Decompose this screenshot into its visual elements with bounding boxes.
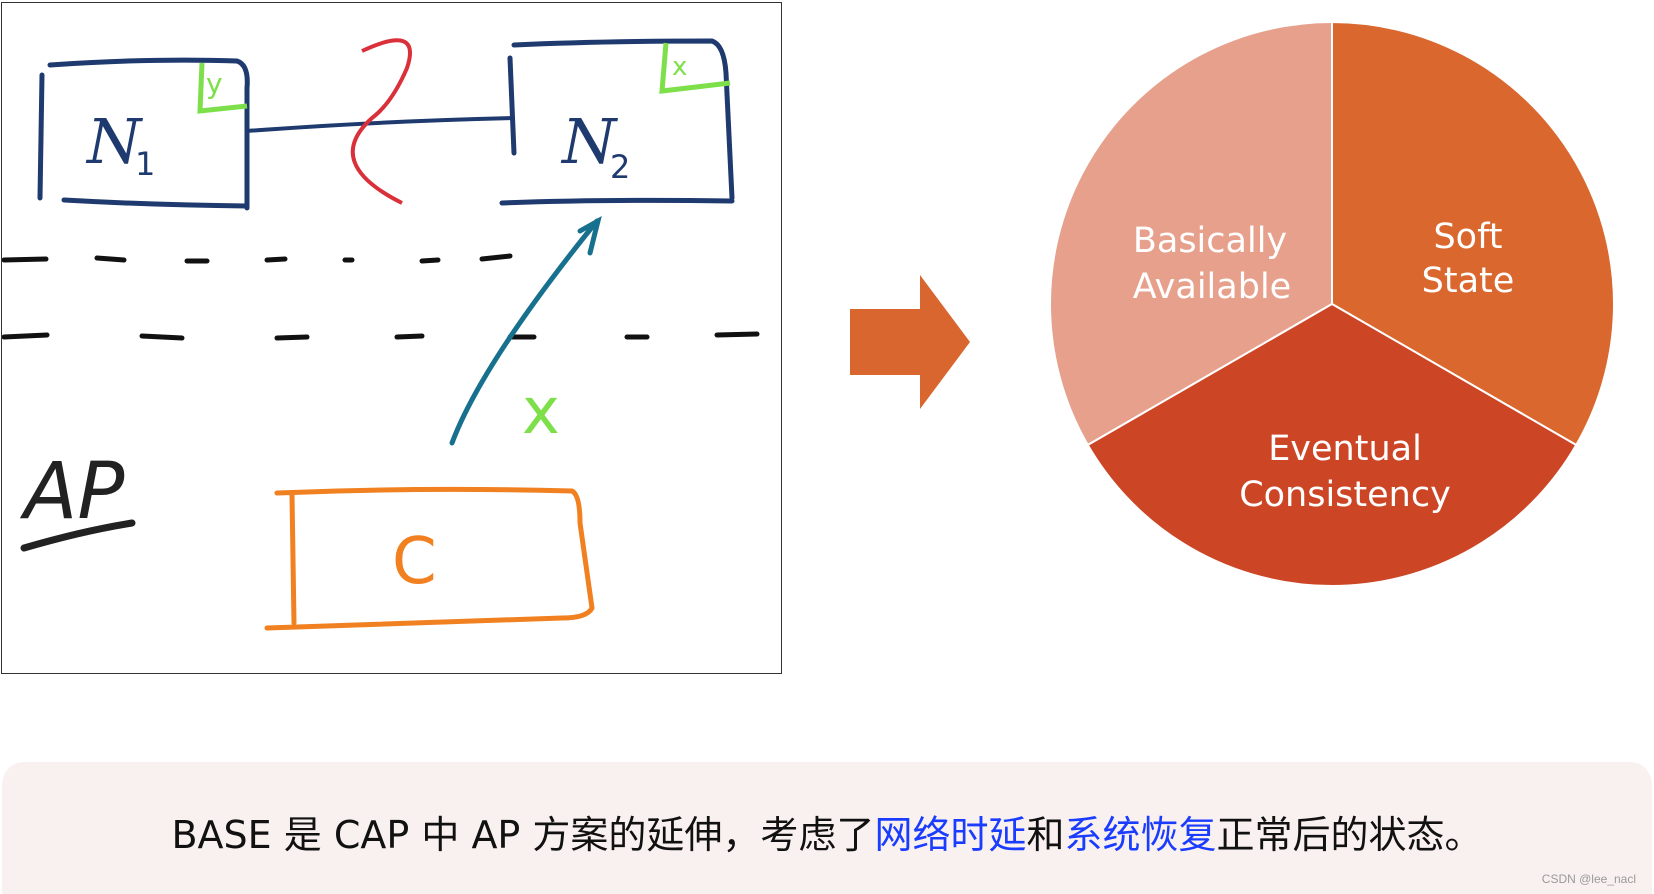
caption-highlight-network-latency: 网络时延: [874, 813, 1027, 857]
sketch-canvas: y N 1 x N 2 x AP C: [2, 38, 760, 631]
caption-text: BASE 是 CAP 中 AP 方案的延伸，考虑了网络时延和系统恢复正常后的状态…: [2, 804, 1652, 859]
segment-label-basically-available-2: Available: [1133, 267, 1291, 307]
watermark: CSDN @lee_nacl: [1541, 872, 1636, 886]
caption-part-1: BASE 是 CAP 中 AP 方案的延伸，考虑了: [171, 813, 875, 857]
base-pie: Basically Available Soft State Eventual …: [1049, 20, 1615, 587]
transition-arrow-icon: [850, 275, 970, 409]
caption-part-3: 正常后的状态。: [1216, 813, 1483, 857]
write-value-label: x: [522, 375, 560, 449]
partition-dashed-line: [2, 253, 513, 264]
segment-label-basically-available-1: Basically: [1133, 221, 1287, 261]
segment-label-soft-state-1: Soft: [1433, 217, 1502, 257]
partition-dashes: [2, 331, 760, 341]
node1-subscript: 1: [135, 145, 155, 183]
segment-label-soft-state-2: State: [1422, 261, 1515, 301]
segment-label-eventual-consistency-1: Eventual: [1268, 429, 1422, 469]
node2-subscript: 2: [610, 148, 630, 186]
node2-tag-text: x: [672, 52, 687, 82]
caption-panel: BASE 是 CAP 中 AP 方案的延伸，考虑了网络时延和系统恢复正常后的状态…: [2, 762, 1652, 894]
mode-label: AP: [19, 447, 124, 537]
caption-part-2: 和: [1026, 813, 1065, 857]
client-label: C: [392, 525, 437, 599]
network-link: [246, 116, 515, 133]
node1-tag-text: y: [206, 67, 223, 100]
segment-label-eventual-consistency-2: Consistency: [1239, 475, 1451, 515]
caption-highlight-system-recovery: 系统恢复: [1064, 813, 1217, 857]
cap-ap-sketch: y N 1 x N 2 x AP C: [1, 2, 782, 674]
